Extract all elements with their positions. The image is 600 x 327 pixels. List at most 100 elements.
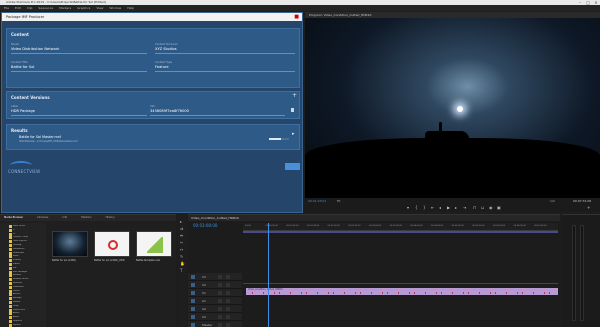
clip-marker[interactable] [398, 292, 399, 294]
tab-markers[interactable]: Markers [81, 216, 91, 219]
fit-dropdown[interactable]: Fit [337, 199, 341, 203]
type-tool-icon[interactable]: T [180, 269, 184, 273]
quality-dropdown[interactable]: 1/2 [550, 199, 555, 203]
folder-item[interactable]: Shared [13, 301, 43, 304]
clip-marker[interactable] [441, 292, 442, 294]
clip-marker[interactable] [414, 292, 415, 294]
hand-tool-icon[interactable]: ✋ [180, 262, 185, 266]
timeline-timecode[interactable]: 00:03:08:00 [193, 223, 217, 228]
clip-marker[interactable] [317, 292, 318, 294]
clip-marker[interactable] [506, 292, 507, 294]
menu-edit[interactable]: Edit [15, 6, 21, 10]
result-more-icon[interactable]: ▸ [292, 131, 295, 137]
clip-marker[interactable] [344, 292, 345, 294]
clip-marker[interactable] [549, 292, 550, 294]
track-lock-icon[interactable] [218, 283, 222, 287]
folder-item[interactable]: Archive [13, 293, 43, 296]
folder-item[interactable]: Network Drives [13, 278, 43, 281]
folder-item[interactable]: Creative Cloud [13, 236, 43, 239]
track-target-toggle[interactable] [191, 299, 195, 303]
clip-marker[interactable] [409, 292, 410, 294]
export-frame-icon[interactable]: ◉ [489, 205, 493, 210]
clip-marker[interactable] [387, 292, 388, 294]
clip-marker[interactable] [544, 292, 545, 294]
folder-item[interactable]: Pictures [13, 259, 43, 262]
folder-item[interactable]: IMF [13, 267, 43, 270]
menu-clip[interactable]: Clip [27, 6, 33, 10]
folder-item[interactable]: Production [13, 286, 43, 289]
menu-markers[interactable]: Markers [59, 6, 71, 10]
menu-file[interactable]: File [4, 6, 9, 10]
track-lock-icon[interactable] [218, 299, 222, 303]
ripple-edit-icon[interactable]: ⇹ [180, 234, 184, 238]
folder-item[interactable]: Backups [13, 297, 43, 300]
track-header[interactable]: Master [188, 321, 242, 327]
clip-marker[interactable] [371, 292, 372, 294]
playhead[interactable] [268, 223, 269, 327]
comparison-view-icon[interactable]: ▣ [497, 205, 501, 210]
work-area-bar[interactable] [243, 231, 558, 233]
folder-item[interactable]: Temp [13, 305, 43, 308]
clip-marker[interactable] [306, 292, 307, 294]
tab-libraries[interactable]: Libraries [37, 216, 48, 219]
dialog-close-icon[interactable]: ■ [294, 13, 299, 21]
track-select-icon[interactable]: ⇉ [180, 227, 184, 231]
folder-item[interactable]: Audio [13, 316, 43, 319]
clip-marker[interactable] [517, 292, 518, 294]
clip-marker[interactable] [355, 292, 356, 294]
folder-item[interactable]: Assets [13, 312, 43, 315]
clip-marker[interactable] [468, 292, 469, 294]
program-timecode-left[interactable]: 00:01:03:01 [308, 199, 326, 203]
menu-view[interactable]: View [96, 6, 103, 10]
out-point-icon[interactable]: } [423, 205, 426, 210]
track-eye-icon[interactable] [226, 291, 230, 295]
studio-field[interactable]: Video Distribution Network [11, 47, 59, 51]
razor-tool-icon[interactable]: ✂ [180, 241, 184, 245]
folder-item[interactable]: Team Projects [13, 240, 43, 243]
tab-info[interactable]: Info [62, 216, 67, 219]
add-version-icon[interactable]: + [292, 92, 297, 99]
thumb-sheet[interactable] [136, 231, 172, 257]
folder-item[interactable]: Local Drives [13, 225, 43, 228]
thumb-video[interactable] [52, 231, 88, 257]
track-lock-icon[interactable] [218, 307, 222, 311]
clip-marker[interactable] [252, 292, 253, 294]
clip-marker[interactable] [425, 292, 426, 294]
track-header[interactable]: A2 [188, 305, 242, 313]
step-back-icon[interactable]: ◂ [439, 205, 441, 210]
lift-icon[interactable]: ⊓ [473, 205, 476, 210]
folder-item[interactable]: Dailies [13, 290, 43, 293]
time-ruler[interactable]: 00:00 00:00:30:00 00:01:00:00 00:01:30:00 00… [243, 223, 558, 231]
clip-marker[interactable] [522, 292, 523, 294]
track-target-toggle[interactable] [191, 307, 195, 311]
producer-field[interactable]: XYZ Studios [155, 47, 177, 51]
folder-item[interactable]: Exports [13, 324, 43, 327]
go-to-in-icon[interactable]: ⇤ [431, 205, 434, 210]
thumb-pdf[interactable] [94, 231, 130, 257]
track-lock-icon[interactable] [218, 291, 222, 295]
track-eye-icon[interactable] [226, 283, 230, 287]
clip-marker[interactable] [490, 292, 491, 294]
clip-marker[interactable] [360, 292, 361, 294]
tab-media-browser[interactable]: Media Browser [4, 216, 23, 219]
folder-item[interactable]: Desktop [13, 244, 43, 247]
step-forward-icon[interactable]: ▸ [455, 205, 457, 210]
done-button[interactable] [285, 163, 300, 170]
clip-marker[interactable] [463, 292, 464, 294]
track-target-toggle[interactable] [191, 315, 195, 319]
play-icon[interactable]: ▶ [447, 205, 450, 210]
track-lock-icon[interactable] [218, 315, 222, 319]
timeline-clip[interactable]: Video_Condition_Cutted_HDR10 [246, 288, 558, 295]
clip-marker[interactable] [436, 292, 437, 294]
track-eye-icon[interactable] [226, 323, 230, 327]
uid-field[interactable]: 3456089f7ea8f76000 [150, 109, 189, 113]
track-eye-icon[interactable] [226, 299, 230, 303]
menu-help[interactable]: Help [127, 6, 134, 10]
folder-item[interactable]: Music [13, 255, 43, 258]
clip-marker[interactable] [382, 292, 383, 294]
clip-marker[interactable] [495, 292, 496, 294]
track-target-toggle[interactable] [191, 323, 195, 327]
folder-item[interactable]: D: [13, 233, 43, 236]
selection-tool-icon[interactable]: ▸ [180, 220, 184, 224]
folder-item[interactable]: Project Files [13, 309, 43, 312]
